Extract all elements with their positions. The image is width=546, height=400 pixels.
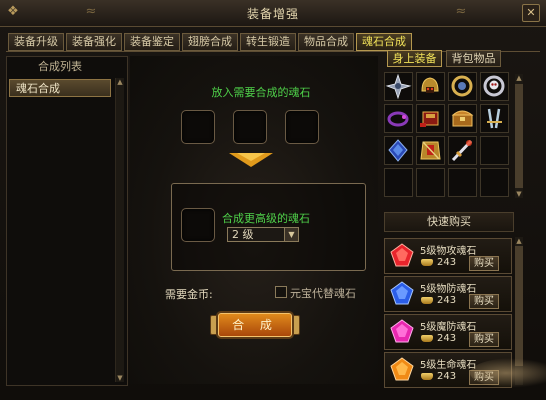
- close-icon: ✕: [526, 6, 536, 19]
- tab-equipment-upgrade[interactable]: 装备升级: [8, 33, 64, 51]
- button-cap-right: [291, 315, 300, 335]
- tab-equipment-strengthen[interactable]: 装备强化: [66, 33, 122, 51]
- down-arrow-highlight: [237, 153, 265, 161]
- scroll-up-icon[interactable]: ▲: [515, 237, 523, 245]
- scroll-down-icon[interactable]: ▼: [515, 190, 523, 198]
- item-cell-empty[interactable]: [480, 136, 509, 165]
- input-instruction: 放入需要合成的魂石: [211, 86, 311, 99]
- ingot-substitute-label: 元宝代替魂石: [290, 287, 356, 300]
- input-slot-3[interactable]: [285, 110, 319, 144]
- buy-button[interactable]: 购买: [469, 256, 499, 271]
- shop-item: 5级物防魂石 243 购买: [384, 276, 512, 312]
- red-gem-icon: [390, 243, 414, 267]
- item-cell-empty[interactable]: [416, 168, 445, 197]
- cross-shuriken-icon: [385, 73, 412, 100]
- item-grid: [384, 72, 512, 200]
- ingot-icon: [421, 335, 433, 342]
- item-cell-empty[interactable]: [384, 168, 413, 197]
- tab-item-synthesis[interactable]: 物品合成: [298, 33, 354, 51]
- ingot-icon: [421, 259, 433, 266]
- level-select-value: 2 级: [232, 228, 254, 241]
- window-title: 装备增强: [246, 7, 299, 21]
- blue-gem-icon: [388, 139, 408, 162]
- title-bar: ❖ ≈ ≈ 装备增强 ✕: [0, 0, 546, 27]
- quick-buy-header: 快速购买: [384, 212, 514, 232]
- chevron-down-icon[interactable]: ▼: [284, 228, 298, 241]
- item-cell[interactable]: [384, 104, 413, 133]
- shop-item-name: 5级生命魂石: [420, 360, 477, 371]
- shop-item-price: 243: [437, 295, 457, 306]
- item-cell-empty[interactable]: [448, 168, 477, 197]
- ingot-icon: [421, 373, 433, 380]
- list-scrollbar[interactable]: ▲ ▼: [115, 78, 124, 382]
- scroll-down-icon[interactable]: ▼: [116, 374, 124, 382]
- item-cell[interactable]: [448, 104, 477, 133]
- item-cell[interactable]: [416, 136, 445, 165]
- shop-item-name: 5级物攻魂石: [420, 246, 477, 257]
- scroll-up-icon[interactable]: ▲: [515, 74, 523, 82]
- buy-button[interactable]: 购买: [469, 294, 499, 309]
- shop-item: 5级魔防魂石 243 购买: [384, 314, 512, 350]
- result-instruction: 合成更高级的魂石: [222, 212, 310, 225]
- twin-blade-icon: [487, 108, 502, 129]
- item-cell[interactable]: [416, 72, 445, 101]
- tab-equipped-items[interactable]: 身上装备: [387, 50, 442, 67]
- buy-button[interactable]: 购买: [469, 332, 499, 347]
- gold-helmet-icon: [421, 77, 439, 93]
- fire-sword-icon: [451, 139, 473, 162]
- ingot-substitute-checkbox[interactable]: [275, 286, 287, 298]
- grid-scroll-thumb[interactable]: [515, 84, 523, 188]
- tab-wing-synthesis[interactable]: 翅膀合成: [182, 33, 238, 51]
- treasure-box-icon: [451, 110, 474, 127]
- scroll-up-icon[interactable]: ▲: [116, 78, 124, 86]
- tab-bar: 装备升级 装备强化 装备鉴定 翅膀合成 转生锻造 物品合成 魂石合成: [8, 33, 414, 51]
- close-button[interactable]: ✕: [522, 4, 540, 22]
- pink-gem-icon: [390, 319, 414, 343]
- item-cell-empty[interactable]: [480, 168, 509, 197]
- level-select[interactable]: 2 级 ▼: [227, 227, 299, 242]
- blue-gem-icon: [390, 281, 414, 305]
- synthesis-list-header: 合成列表: [38, 60, 82, 73]
- list-item-soulstone-synthesis[interactable]: 魂石合成: [9, 79, 111, 97]
- orange-gem-icon: [390, 357, 414, 381]
- shop-item-price: 243: [437, 333, 457, 344]
- tab-rebirth-forge[interactable]: 转生锻造: [240, 33, 296, 51]
- item-cell[interactable]: [480, 72, 509, 101]
- synthesis-list-panel: [6, 56, 128, 386]
- item-cell[interactable]: [448, 72, 477, 101]
- shop-scroll-thumb[interactable]: [515, 246, 523, 366]
- combine-button[interactable]: 合 成: [218, 313, 292, 337]
- shop-item-name: 5级物防魂石: [420, 284, 477, 295]
- shop-item-price: 243: [437, 257, 457, 268]
- purple-bracelet-icon: [387, 111, 409, 127]
- item-cell[interactable]: [480, 104, 509, 133]
- amulet-ring-icon: [451, 75, 473, 97]
- tab-bag-items[interactable]: 背包物品: [446, 50, 501, 67]
- item-cell[interactable]: [384, 72, 413, 101]
- skull-ring-icon: [483, 75, 505, 97]
- tab-equipment-identify[interactable]: 装备鉴定: [124, 33, 180, 51]
- shop-item: 5级物攻魂石 243 购买: [384, 238, 512, 274]
- item-cell[interactable]: [448, 136, 477, 165]
- input-slot-1[interactable]: [181, 110, 215, 144]
- red-chest-icon: [420, 111, 439, 127]
- ingot-icon: [421, 297, 433, 304]
- shop-item-name: 5级魔防魂石: [420, 322, 477, 333]
- tab-soulstone-synthesis[interactable]: 魂石合成: [356, 33, 412, 51]
- gold-required-label: 需要金币:: [165, 288, 213, 301]
- gold-armor-icon: [420, 141, 441, 160]
- item-cell[interactable]: [384, 136, 413, 165]
- result-slot[interactable]: [181, 208, 215, 242]
- equipment-enhance-window: ❖ ≈ ≈ 装备增强 ✕ 装备升级 装备强化 装备鉴定 翅膀合成 转生锻造 物品…: [0, 0, 546, 400]
- item-cell[interactable]: [416, 104, 445, 133]
- input-slot-2[interactable]: [233, 110, 267, 144]
- shop-item-price: 243: [437, 371, 457, 382]
